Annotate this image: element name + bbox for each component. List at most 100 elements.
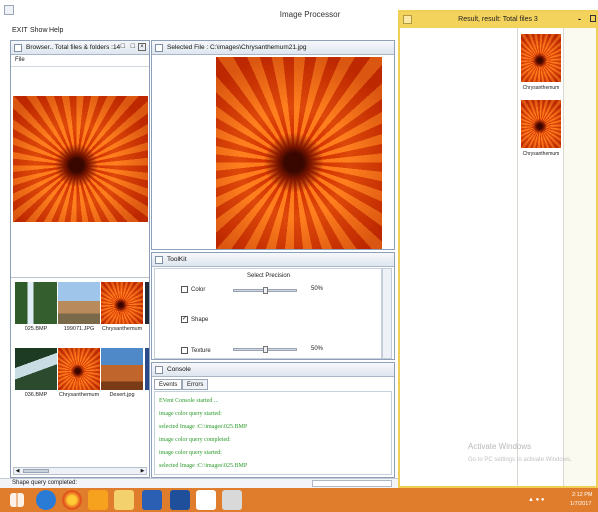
java-icon[interactable] — [222, 490, 242, 510]
activation-watermark-text: Go to PC settings to activate Windows. — [468, 457, 572, 463]
thumbnail-overflow — [145, 348, 149, 390]
thumbnail-image — [15, 282, 57, 324]
media-player-icon[interactable] — [88, 490, 108, 510]
horizontal-scrollbar[interactable]: ◀ ▶ — [13, 467, 147, 475]
browser-panel: Browser.. Total files & folders :14 □ □ … — [10, 40, 150, 478]
thumbnail-item[interactable]: Chrysanthemum — [58, 348, 100, 398]
maximize-icon[interactable] — [590, 15, 596, 22]
scroll-thumb[interactable] — [23, 469, 49, 473]
selected-image — [216, 57, 382, 249]
firefox-icon[interactable] — [62, 490, 82, 510]
selected-file-title-bar: Selected File : C:\images\Chrysanthemum2… — [152, 41, 394, 55]
app-icon-b[interactable] — [196, 490, 216, 510]
menu-show[interactable]: Show — [30, 27, 48, 34]
tab-errors[interactable]: Errors — [182, 379, 209, 390]
thumbnail-image — [15, 348, 57, 390]
shape-checkbox[interactable]: ✓ — [181, 316, 188, 323]
menu-exit[interactable]: EXIT — [12, 27, 28, 34]
close-icon[interactable]: × — [138, 43, 146, 51]
result-window: Result, result: Total files 3 - Chrysant… — [398, 10, 598, 488]
console-title: Console — [167, 366, 191, 373]
log-line: image color query started: — [159, 411, 222, 417]
clock-time[interactable]: 2:12 PM — [572, 492, 592, 498]
progress-field — [312, 480, 392, 487]
selected-file-title: Selected File : C:\images\Chrysanthemum2… — [167, 44, 307, 51]
menu-file[interactable]: File — [15, 57, 25, 63]
thumbnail-item[interactable]: 025.BMP — [15, 282, 57, 332]
color-checkbox[interactable] — [181, 286, 188, 293]
console-panel: Console Events Errors EVent Console star… — [151, 362, 395, 478]
thumbnail-image — [58, 348, 100, 390]
status-bar: Shape query completed: — [0, 478, 398, 488]
log-line: image color query completed: — [159, 437, 231, 443]
clock-date[interactable]: 1/7/2017 — [570, 501, 591, 507]
result-thumbnail — [521, 34, 561, 82]
color-label: Color — [191, 287, 206, 293]
ie-icon[interactable] — [36, 490, 56, 510]
frame-icon — [14, 44, 22, 52]
thumbnail-overflow — [145, 282, 149, 324]
thumbnail-image — [58, 282, 100, 324]
console-title-bar: Console — [152, 363, 394, 377]
log-line: selected Image :C:\images\025.BMP — [159, 463, 248, 469]
frame-icon — [155, 366, 163, 374]
result-list: Chrysanthemum Chrysanthemum — [518, 28, 564, 486]
result-caption: Chrysanthemum — [522, 151, 560, 157]
color-value: 50% — [311, 286, 324, 292]
thumbnail-caption: Chrysanthemum — [101, 326, 143, 332]
app-icon-a[interactable] — [170, 490, 190, 510]
restore-icon[interactable]: □ — [121, 43, 125, 50]
selected-file-panel: Selected File : C:\images\Chrysanthemum2… — [151, 40, 395, 250]
menu-bar: EXIT Show Help — [0, 24, 398, 38]
thumbnail-caption: Desert.jpg — [109, 392, 135, 398]
shape-label: Shape — [191, 317, 209, 323]
file-explorer-icon[interactable] — [114, 490, 134, 510]
frame-icon — [155, 256, 163, 264]
browser-title: Browser.. Total files & folders :14 — [26, 44, 121, 51]
tab-events[interactable]: Events — [154, 379, 183, 390]
thumbnail-item[interactable]: Chrysanthemum — [101, 282, 143, 332]
result-title: Result, result: Total files 3 — [458, 16, 538, 23]
result-caption: Chrysanthemum — [522, 85, 560, 91]
thumbnail-item[interactable]: Desert.jpg — [101, 348, 143, 398]
toolkit-scrollbar[interactable] — [382, 268, 392, 359]
browser-menu-bar: File — [11, 55, 149, 67]
frame-icon — [155, 44, 163, 52]
slider-knob[interactable] — [263, 346, 268, 353]
texture-value: 50% — [311, 346, 324, 352]
start-icon[interactable] — [10, 493, 24, 507]
color-slider[interactable] — [233, 287, 297, 294]
toolkit-title: ToolKit — [167, 256, 187, 263]
scroll-right-icon[interactable]: ▶ — [139, 468, 146, 474]
activation-watermark-title: Activate Windows — [468, 442, 532, 451]
log-line: EVent Console started ... — [159, 398, 219, 404]
slider-knob[interactable] — [263, 287, 268, 294]
toolkit-title-bar: ToolKit — [152, 253, 394, 267]
tray-icons[interactable]: ▲ ● ● — [528, 497, 545, 503]
scroll-left-icon[interactable]: ◀ — [14, 468, 21, 474]
minimize-icon[interactable]: - — [578, 14, 581, 24]
thumbnail-grid: 025.BMP 199071.JPG Chrysanthemum 036.BMP… — [11, 277, 149, 467]
menu-help[interactable]: Help — [49, 27, 63, 34]
toolkit-panel: ToolKit Select Precision Color 50% ✓ Sha… — [151, 252, 395, 360]
taskbar: ▲ ● ● 2:12 PM 1/7/2017 — [0, 488, 598, 512]
texture-slider[interactable] — [233, 346, 297, 353]
result-title-bar: Result, result: Total files 3 - — [400, 12, 596, 28]
status-text: Shape query completed: — [12, 480, 78, 486]
browser-preview-image — [13, 96, 148, 222]
thumbnail-image — [101, 282, 143, 324]
word-icon[interactable] — [142, 490, 162, 510]
result-item[interactable]: Chrysanthemum — [521, 100, 561, 160]
thumbnail-image — [101, 348, 143, 390]
result-thumbnail — [521, 100, 561, 148]
result-left-pane — [400, 28, 518, 486]
browser-title-bar: Browser.. Total files & folders :14 □ □ … — [11, 41, 149, 55]
log-line: selected Image :C:\images\025.BMP — [159, 424, 248, 430]
console-log: EVent Console started ... image color qu… — [154, 391, 392, 475]
precision-heading: Select Precision — [247, 273, 291, 279]
result-item[interactable]: Chrysanthemum — [521, 34, 561, 94]
thumbnail-item[interactable]: 036.BMP — [15, 348, 57, 398]
thumbnail-item[interactable]: 199071.JPG — [58, 282, 100, 332]
texture-checkbox[interactable] — [181, 347, 188, 354]
maximize-icon[interactable]: □ — [131, 43, 135, 50]
